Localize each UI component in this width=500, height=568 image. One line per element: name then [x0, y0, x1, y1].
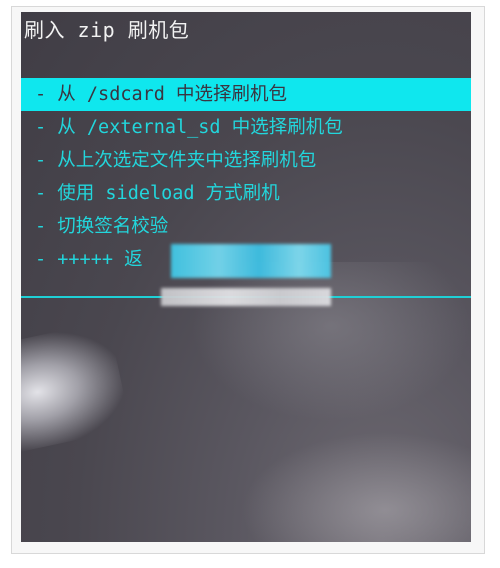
screen-glare [241, 432, 471, 542]
redaction-blur [171, 244, 331, 278]
menu-item-external-sd[interactable]: - 从 /external_sd 中选择刷机包 [21, 111, 471, 144]
menu-item-last-folder[interactable]: - 从上次选定文件夹中选择刷机包 [21, 144, 471, 177]
menu-item-toggle-signature[interactable]: - 切换签名校验 [21, 210, 471, 243]
screen-title: 刷入 zip 刷机包 [24, 18, 190, 42]
redaction-blur [161, 288, 331, 306]
recovery-screen: 刷入 zip 刷机包 - 从 /sdcard 中选择刷机包 - 从 /exter… [21, 12, 471, 542]
menu-item-sdcard[interactable]: - 从 /sdcard 中选择刷机包 [21, 78, 471, 111]
screen-glare [21, 320, 132, 454]
menu-item-sideload[interactable]: - 使用 sideload 方式刷机 [21, 177, 471, 210]
screen-glare [191, 262, 471, 422]
